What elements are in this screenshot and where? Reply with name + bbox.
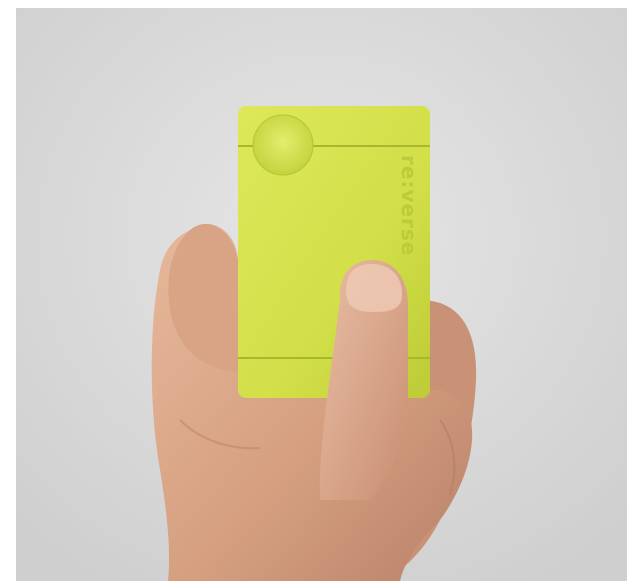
dial-icon — [252, 114, 314, 176]
photo-canvas: re:verse — [0, 0, 627, 581]
left-margin — [0, 0, 16, 581]
top-margin — [0, 0, 627, 8]
product-photo: re:verse — [0, 0, 627, 581]
device-brand-text: re:verse — [397, 155, 421, 256]
